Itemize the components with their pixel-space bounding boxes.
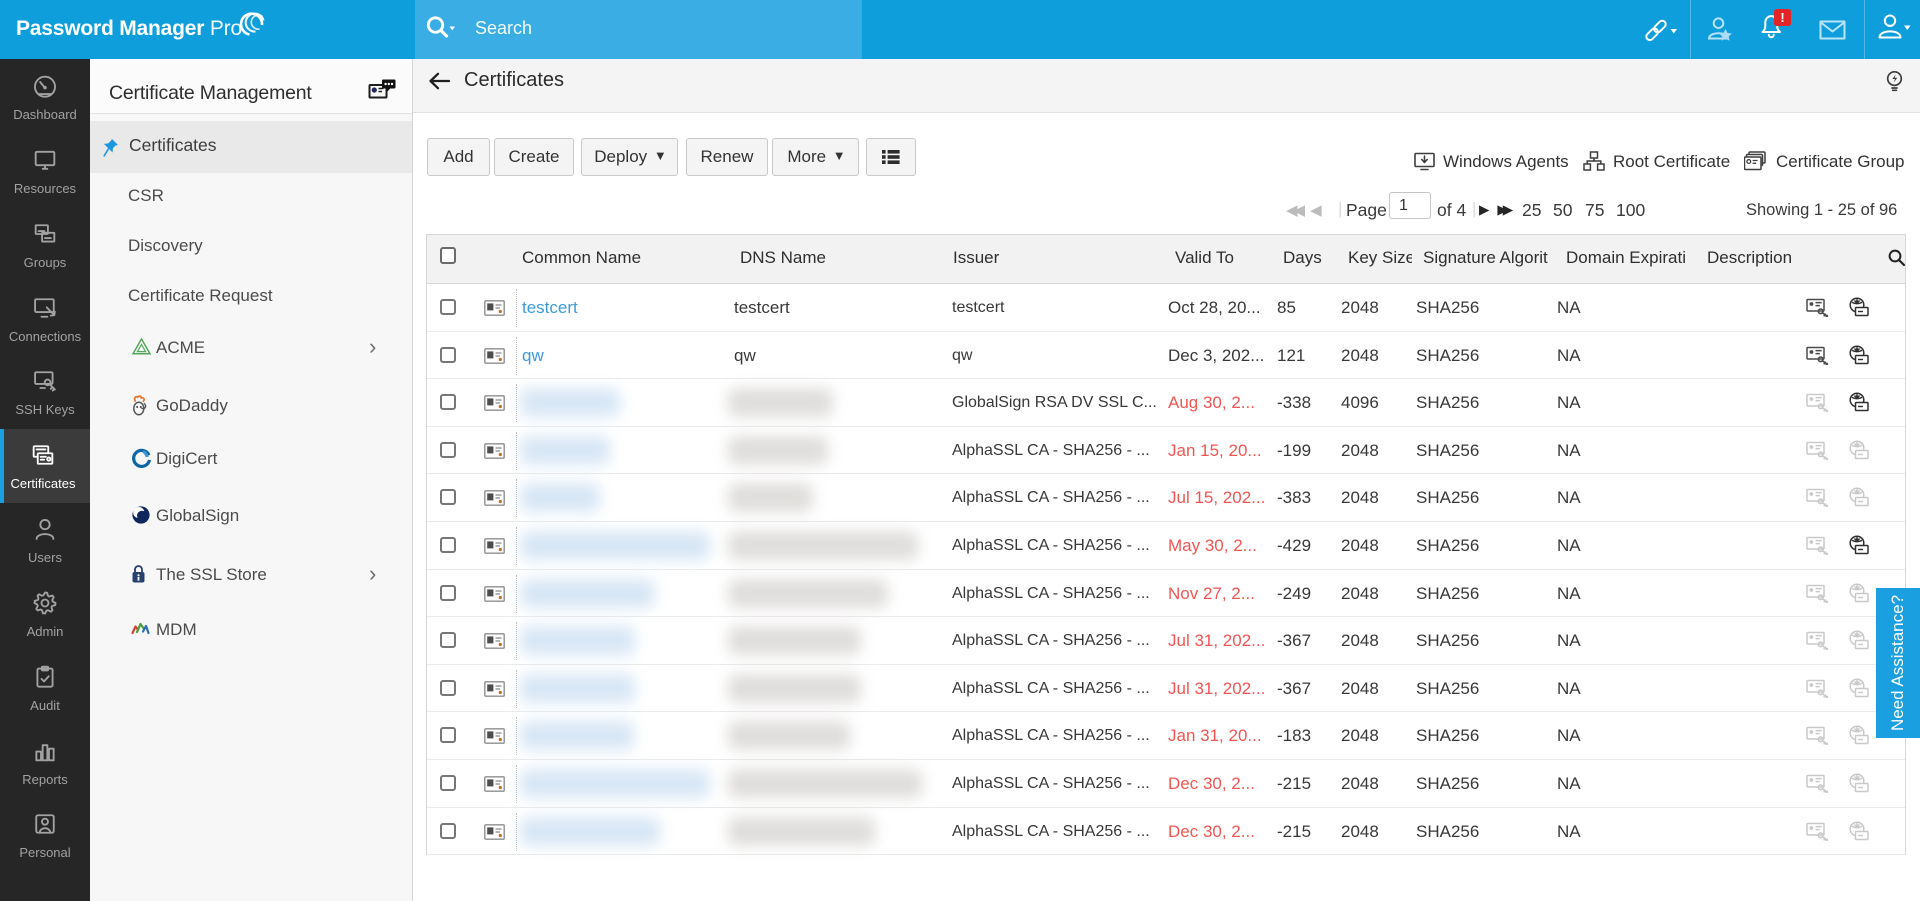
svg-text:!: !	[1780, 10, 1784, 25]
